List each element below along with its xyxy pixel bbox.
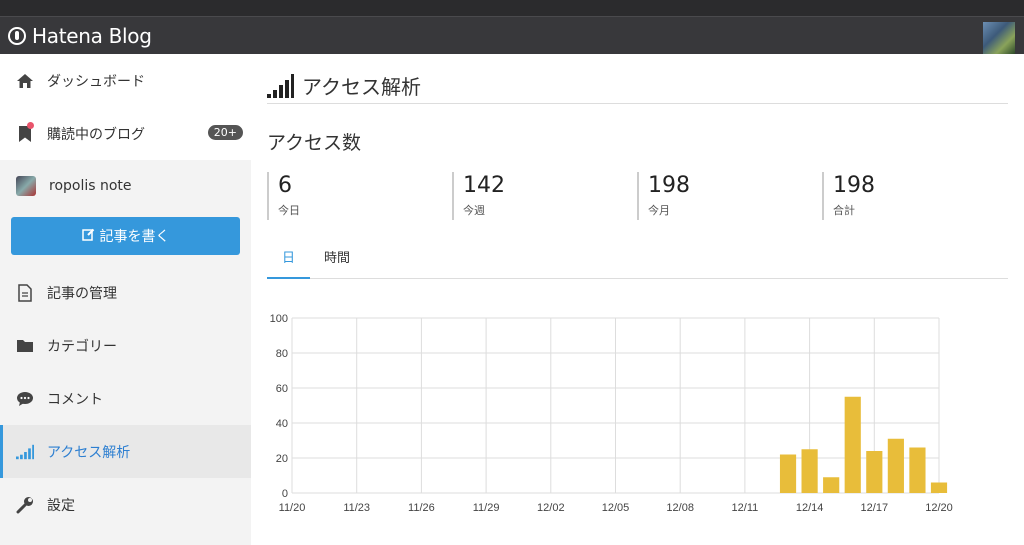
stat-value: 6 bbox=[278, 173, 292, 198]
logo-text: Hatena Blog bbox=[32, 23, 152, 48]
y-tick-label: 0 bbox=[282, 488, 288, 500]
stat-value: 198 bbox=[833, 173, 875, 198]
app-header: Hatena Blog bbox=[0, 16, 1024, 54]
sidebar-item-label: 設定 bbox=[47, 497, 75, 514]
blog-avatar bbox=[16, 176, 36, 196]
x-tick-label: 12/14 bbox=[796, 502, 824, 514]
x-tick-label: 11/23 bbox=[343, 502, 370, 514]
y-tick-label: 40 bbox=[276, 418, 288, 430]
bar-12-14 bbox=[801, 449, 818, 493]
folder-icon bbox=[16, 337, 34, 355]
access-chart: 0 20 40 60 80 100 11/20 11/23 11/26 11/29 12/02 12/… bbox=[270, 313, 953, 514]
subscription-count-badge: 20+ bbox=[207, 125, 243, 140]
user-avatar[interactable] bbox=[983, 22, 1015, 54]
tab-day[interactable]: 日 bbox=[267, 249, 311, 279]
signal-bars-icon bbox=[267, 73, 296, 98]
stat-today: 6 今日 bbox=[267, 172, 452, 220]
stat-value: 142 bbox=[463, 173, 505, 198]
home-icon bbox=[16, 72, 34, 90]
stats-row: 6 今日 142 今週 198 今月 198 合計 bbox=[267, 172, 1007, 220]
sidebar-item-settings[interactable]: 設定 bbox=[0, 478, 251, 531]
page-title: アクセス解析 bbox=[267, 68, 1008, 104]
stat-label: 今週 bbox=[463, 204, 485, 217]
x-tick-label: 11/29 bbox=[473, 502, 500, 514]
y-tick-label: 60 bbox=[276, 383, 288, 395]
edit-icon bbox=[81, 228, 95, 245]
x-tick-label: 12/17 bbox=[861, 502, 889, 514]
stat-value: 198 bbox=[648, 173, 690, 198]
period-tabs: 日 時間 bbox=[267, 249, 1008, 279]
sidebar-top-section: ダッシュボード 購読中のブログ 20+ bbox=[0, 54, 251, 160]
y-tick-label: 80 bbox=[276, 348, 288, 360]
sidebar-item-manage-articles[interactable]: 記事の管理 bbox=[0, 266, 251, 319]
stat-label: 今月 bbox=[648, 204, 670, 217]
section-title: アクセス数 bbox=[267, 132, 362, 154]
page-title-text: アクセス解析 bbox=[302, 75, 421, 99]
stat-label: 合計 bbox=[833, 204, 855, 217]
y-tick-label: 100 bbox=[270, 313, 288, 325]
sidebar-item-label: アクセス解析 bbox=[47, 444, 131, 461]
x-tick-label: 12/02 bbox=[537, 502, 565, 514]
sidebar-item-label: コメント bbox=[47, 391, 103, 408]
sidebar-item-categories[interactable]: カテゴリー bbox=[0, 319, 251, 372]
wrench-icon bbox=[16, 496, 34, 514]
sidebar-item-comments[interactable]: コメント bbox=[0, 372, 251, 425]
sidebar-item-label: 購読中のブログ bbox=[47, 126, 145, 143]
x-tick-label: 12/08 bbox=[666, 502, 694, 514]
tab-hour[interactable]: 時間 bbox=[310, 249, 364, 279]
bar-12-19 bbox=[909, 447, 926, 493]
x-tick-label: 12/05 bbox=[602, 502, 630, 514]
main-content: アクセス解析 アクセス数 6 今日 142 今週 198 今月 198 合計 日… bbox=[251, 54, 1024, 545]
signal-bars-icon bbox=[16, 443, 34, 461]
blog-name: ropolis note bbox=[49, 178, 132, 194]
stat-week: 142 今週 bbox=[452, 172, 637, 220]
blog-selector[interactable]: ropolis note bbox=[0, 160, 251, 212]
bar-12-17 bbox=[866, 451, 883, 493]
bar-12-20 bbox=[930, 482, 948, 493]
sidebar-item-dashboard[interactable]: ダッシュボード bbox=[0, 54, 251, 107]
write-article-button[interactable]: 記事を書く bbox=[11, 217, 240, 255]
sidebar-item-subscriptions[interactable]: 購読中のブログ 20+ bbox=[0, 107, 251, 160]
y-tick-label: 20 bbox=[276, 453, 288, 465]
sidebar-item-label: ダッシュボード bbox=[47, 73, 145, 90]
bar-12-15 bbox=[823, 477, 840, 493]
bar-12-18 bbox=[887, 438, 904, 493]
stat-label: 今日 bbox=[278, 204, 300, 217]
write-button-label: 記事を書く bbox=[99, 229, 170, 245]
comment-icon bbox=[16, 390, 34, 408]
sidebar-item-analytics[interactable]: アクセス解析 bbox=[0, 425, 251, 478]
hatena-logo[interactable]: Hatena Blog bbox=[8, 24, 152, 48]
bar-12-16 bbox=[844, 396, 861, 493]
notification-dot bbox=[27, 122, 34, 129]
top-strip bbox=[0, 0, 1024, 16]
x-tick-label: 12/20 bbox=[925, 502, 953, 514]
sidebar-item-label: カテゴリー bbox=[47, 338, 117, 355]
sidebar-item-label: 記事の管理 bbox=[47, 285, 117, 302]
x-tick-label: 12/11 bbox=[732, 502, 759, 514]
hatena-logo-icon bbox=[8, 26, 26, 45]
stat-total: 198 合計 bbox=[822, 172, 1007, 220]
bar-12-13 bbox=[779, 454, 797, 493]
sidebar: ダッシュボード 購読中のブログ 20+ ropolis note 記事を書く 記… bbox=[0, 54, 251, 545]
x-tick-label: 11/26 bbox=[408, 502, 435, 514]
stat-month: 198 今月 bbox=[637, 172, 822, 220]
x-tick-label: 11/20 bbox=[279, 502, 306, 514]
document-icon bbox=[16, 283, 34, 302]
